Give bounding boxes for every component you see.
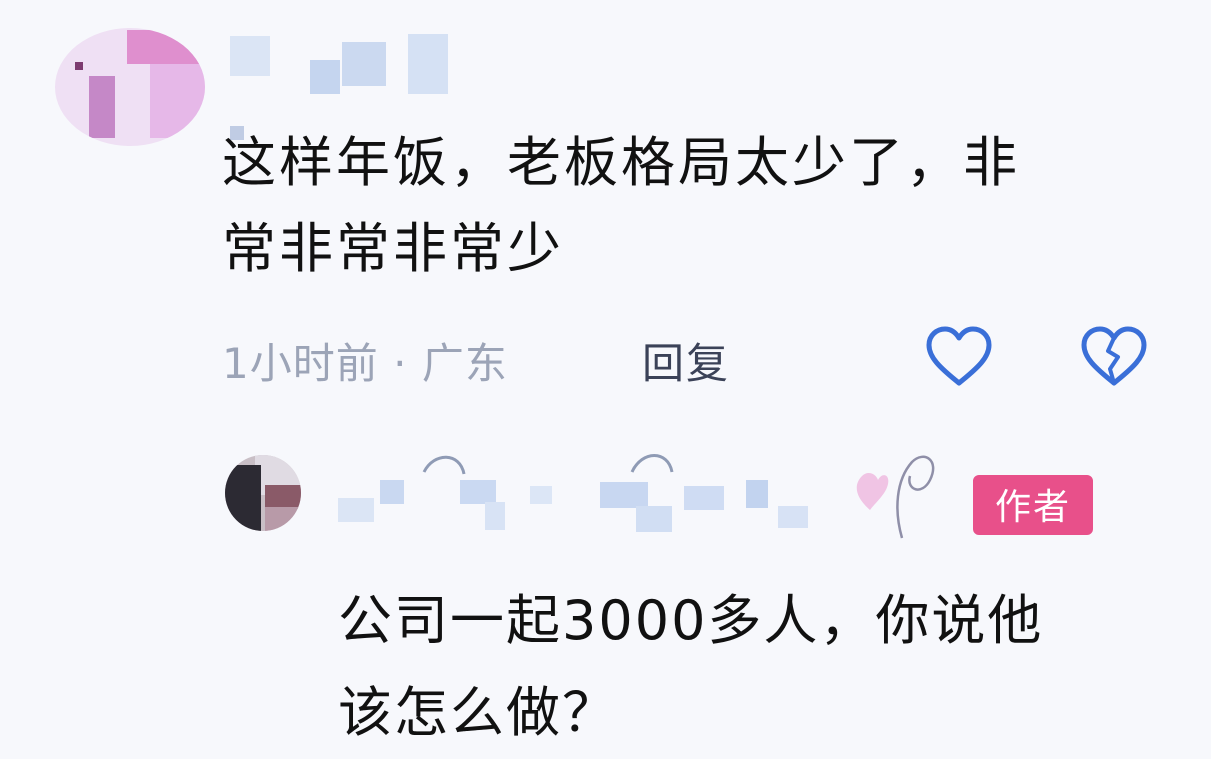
- blurred-reply-username[interactable]: [330, 450, 960, 550]
- comment-text: 这样年饭，老板格局太少了，非 常非常非常少: [222, 120, 1142, 292]
- avatar-mosaic: [265, 507, 301, 531]
- comment-meta: 1小时前 · 广东: [222, 330, 508, 391]
- avatar-mosaic: [150, 58, 205, 138]
- avatar-mosaic: [127, 30, 205, 64]
- reply-text-line: 公司一起3000多人，你说他: [338, 589, 1044, 652]
- curl-icon: [422, 455, 466, 475]
- broken-heart-icon: [1081, 326, 1147, 386]
- comment-text-line: 这样年饭，老板格局太少了，非: [222, 131, 1020, 194]
- avatar-mosaic: [89, 76, 115, 138]
- reply-avatar[interactable]: [225, 455, 301, 531]
- comment-location: 广东: [421, 339, 508, 388]
- avatar-mosaic: [225, 465, 261, 531]
- like-button[interactable]: [925, 325, 993, 389]
- meta-separator: ·: [393, 339, 408, 388]
- comment-time: 1小时前: [222, 339, 379, 388]
- reply-text-line: 该怎么做？: [338, 681, 618, 744]
- heart-emoji-icon: [856, 473, 889, 510]
- curl-icon: [630, 454, 674, 473]
- blurred-username[interactable]: [222, 30, 462, 140]
- reply-button[interactable]: 回复: [642, 330, 730, 391]
- avatar-mosaic: [75, 62, 83, 70]
- avatar[interactable]: [55, 28, 205, 146]
- heart-outline-icon: [926, 326, 992, 386]
- author-badge: 作者: [973, 475, 1093, 535]
- reply-text: 公司一起3000多人，你说他 该怎么做？: [338, 575, 1158, 759]
- comment-text-line: 常非常非常少: [222, 217, 564, 280]
- decorative-swirl-icon: [896, 455, 935, 539]
- dislike-button[interactable]: [1080, 325, 1148, 389]
- avatar-mosaic: [265, 485, 301, 509]
